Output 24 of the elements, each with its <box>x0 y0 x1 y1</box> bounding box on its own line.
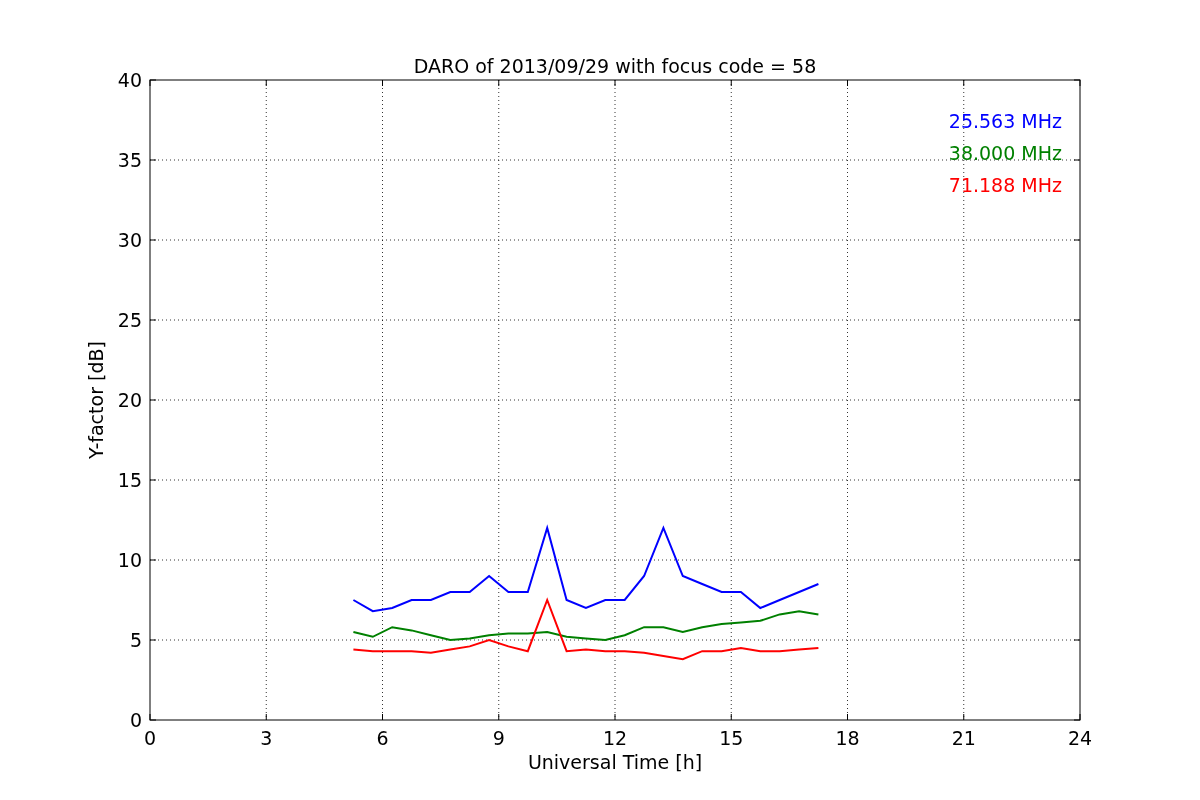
legend-label: 38.000 MHz <box>948 142 1062 164</box>
axis-tick-label: 15 <box>719 727 744 749</box>
axis-tick-label: 6 <box>376 727 389 749</box>
axis-tick-label: 12 <box>602 727 628 749</box>
axis-tick-label: 3 <box>260 727 273 749</box>
axis-tick-label: 25 <box>117 309 142 331</box>
axis-tick-label: 20 <box>117 389 142 411</box>
axis-tick-label: 0 <box>129 709 142 731</box>
axis-tick-label: 35 <box>117 149 142 171</box>
axis-tick-label: 40 <box>117 69 142 91</box>
axis-tick-label: 0 <box>143 727 157 749</box>
axis-tick-label: 24 <box>1067 727 1093 749</box>
y-axis-label: Y-factor [dB] <box>85 341 107 459</box>
axis-tick-label: 5 <box>129 629 142 651</box>
chart-title: DARO of 2013/09/29 with focus code = 58 <box>413 55 817 77</box>
axis-tick-label: 18 <box>835 727 860 749</box>
axis-tick-label: 21 <box>951 727 976 749</box>
axis-tick-label: 15 <box>117 469 142 491</box>
axis-tick-label: 9 <box>492 727 505 749</box>
axis-tick-label: 30 <box>117 229 142 251</box>
legend-label: 71.188 MHz <box>948 174 1062 196</box>
legend-label: 25.563 MHz <box>948 110 1062 132</box>
axis-tick-label: 10 <box>117 549 142 571</box>
x-axis-label: Universal Time [h] <box>527 751 703 773</box>
